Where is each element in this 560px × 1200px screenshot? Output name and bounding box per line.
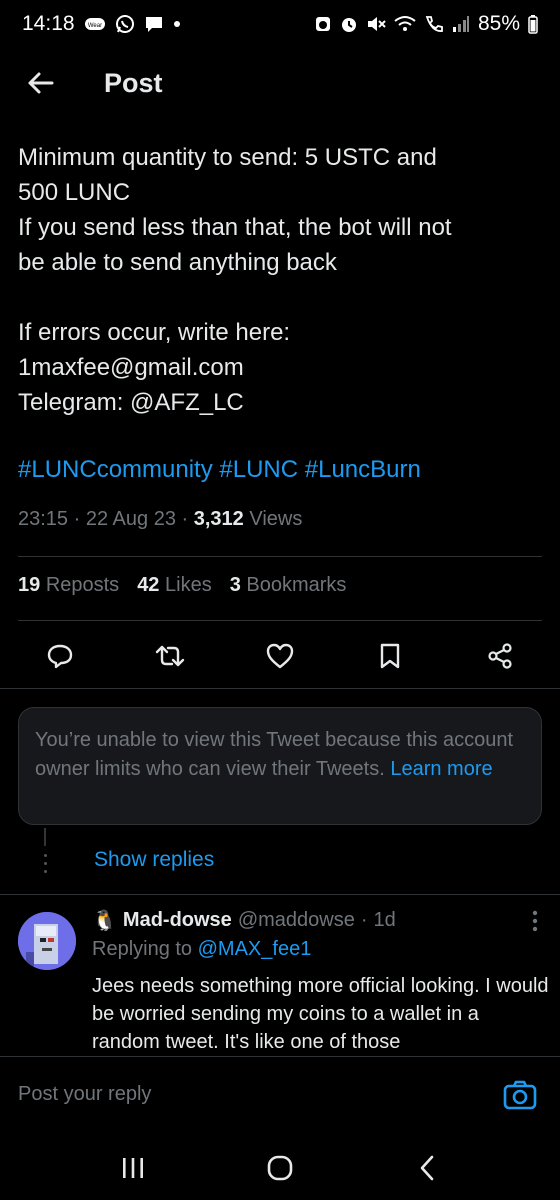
repost-icon	[155, 645, 185, 667]
battery-percent: 85%	[477, 12, 520, 35]
reply-separator: ·	[360, 909, 368, 931]
reply-author-name[interactable]: Mad-dowse	[123, 909, 232, 932]
penguin-emoji: 🐧	[92, 910, 117, 932]
hashtag-link[interactable]: #LuncBurn	[305, 456, 421, 483]
wifi-icon	[394, 15, 416, 33]
reply-author-handle[interactable]: @maddowse	[238, 909, 355, 932]
tweet-date[interactable]: 22 Aug 23	[86, 508, 176, 530]
share-button[interactable]	[480, 634, 520, 678]
home-circle-icon	[267, 1155, 293, 1181]
reply-button[interactable]	[40, 634, 80, 678]
likes-label: Likes	[165, 574, 212, 596]
thread-dot	[44, 870, 47, 873]
views-count: 3,312	[193, 508, 244, 530]
wear-icon: Wear	[84, 16, 106, 32]
meta-separator: ·	[73, 508, 81, 530]
hashtag-link[interactable]: #LUNC	[219, 456, 298, 483]
clock-icon	[340, 15, 358, 33]
svg-text:Wear: Wear	[87, 23, 101, 29]
page-title: Post	[104, 67, 163, 98]
thread-dot	[44, 862, 47, 865]
replying-to: Replying to @MAX_fee1	[92, 938, 311, 961]
reposts-label: Reposts	[45, 574, 120, 596]
like-button[interactable]	[260, 634, 300, 678]
message-icon	[144, 14, 164, 34]
divider	[18, 556, 542, 557]
bookmarks-count: 3	[229, 574, 241, 596]
divider	[0, 894, 560, 895]
bookmark-button[interactable]	[370, 634, 410, 678]
arrow-left-icon	[28, 72, 54, 94]
reply-age: 1d	[373, 909, 396, 931]
avatar[interactable]	[18, 912, 76, 970]
reposts-count: 19	[18, 574, 41, 596]
camera-button[interactable]	[502, 1077, 538, 1113]
hashtag-link[interactable]: #LUNCcommunity	[18, 456, 213, 483]
replying-to-handle[interactable]: @MAX_fee1	[198, 938, 312, 960]
dot-icon	[173, 20, 181, 28]
reply-tweet[interactable]: 🐧 Mad-dowse @maddowse · 1d Replying to @…	[0, 896, 560, 1056]
home-button[interactable]	[250, 1143, 310, 1193]
reply-text: Jees needs something more official looki…	[92, 975, 549, 1053]
replying-to-label: Replying to	[92, 938, 193, 960]
tweet-text: Minimum quantity to send: 5 USTC and 500…	[18, 140, 538, 420]
learn-more-link[interactable]: Learn more	[390, 758, 492, 780]
bookmarks-label: Bookmarks	[246, 574, 347, 596]
status-time: 14:18	[22, 12, 75, 35]
camera-icon	[503, 1080, 537, 1110]
whatsapp-icon	[115, 14, 135, 34]
bookmark-icon	[380, 643, 400, 669]
views-label: Views	[249, 508, 303, 530]
call-icon	[424, 15, 444, 33]
divider	[18, 620, 542, 621]
chevron-left-icon	[420, 1155, 433, 1181]
likes-count: 42	[137, 574, 160, 596]
tweet-stats: 19 Reposts 42 Likes 3 Bookmarks	[18, 574, 346, 597]
system-nav-bar	[0, 1136, 560, 1200]
tweet-paragraph-2: If you send less than that, the bot will…	[18, 214, 452, 276]
likes-stat[interactable]: 42 Likes	[137, 574, 212, 597]
repost-button[interactable]	[150, 634, 190, 678]
thread-line	[44, 828, 46, 846]
reposts-stat[interactable]: 19 Reposts	[18, 574, 119, 597]
status-bar: 14:18 Wear 85%	[0, 0, 560, 48]
meta-separator: ·	[181, 508, 189, 530]
recents-icon	[123, 1158, 144, 1178]
top-bar: Post	[0, 48, 560, 118]
tweet-paragraph-3: If errors occur, write here: 1maxfee@gma…	[18, 319, 291, 416]
alarm-icon	[314, 15, 332, 33]
battery-icon	[528, 14, 538, 34]
divider	[0, 688, 560, 689]
back-button[interactable]	[0, 48, 80, 118]
restricted-tweet-notice: You’re unable to view this Tweet because…	[18, 707, 542, 825]
show-replies-link[interactable]: Show replies	[94, 848, 214, 872]
more-vertical-icon	[532, 910, 538, 932]
reply-composer	[0, 1056, 560, 1136]
signal-icon	[452, 15, 470, 33]
tweet-meta: 23:15 · 22 Aug 23 · 3,312 Views	[18, 508, 302, 531]
reply-header: 🐧 Mad-dowse @maddowse · 1d	[92, 908, 396, 933]
bookmarks-stat[interactable]: 3 Bookmarks	[230, 574, 347, 597]
like-icon	[266, 643, 294, 669]
tweet-paragraph-1: Minimum quantity to send: 5 USTC and 500…	[18, 144, 437, 206]
action-bar	[0, 632, 560, 680]
tweet-hashtags: #LUNCcommunity #LUNC #LuncBurn	[18, 456, 421, 484]
mute-icon	[366, 15, 386, 33]
recents-button[interactable]	[103, 1143, 163, 1193]
thread-dot	[44, 854, 47, 857]
back-nav-button[interactable]	[397, 1143, 457, 1193]
reply-icon	[47, 644, 73, 669]
more-options-button[interactable]	[532, 910, 538, 937]
share-icon	[488, 643, 512, 669]
reply-input[interactable]	[18, 1083, 478, 1106]
tweet-time[interactable]: 23:15	[18, 508, 68, 530]
